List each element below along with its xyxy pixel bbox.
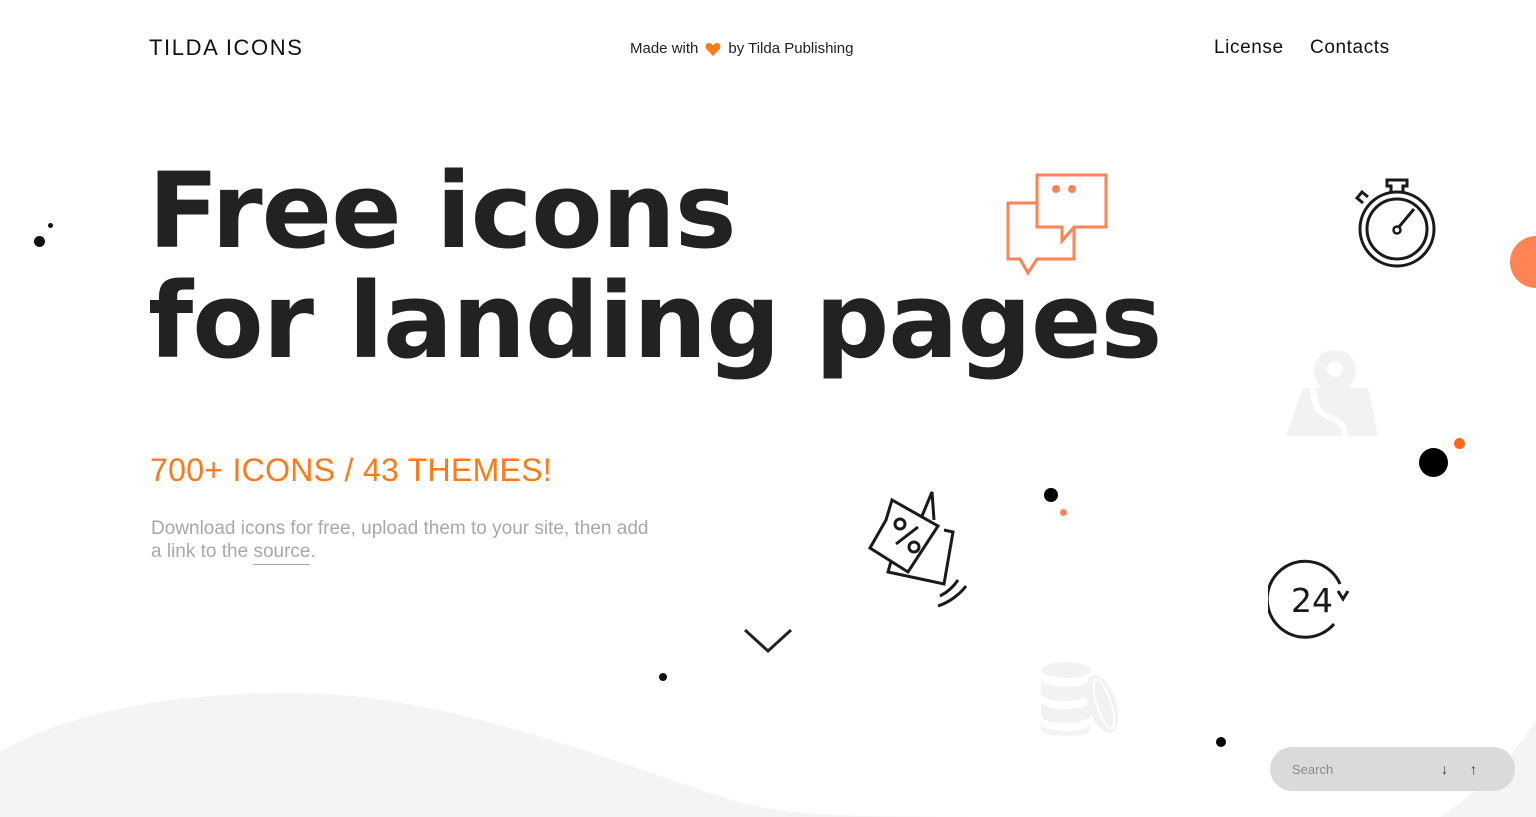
decor-dot <box>1044 488 1058 502</box>
decor-dot <box>1060 509 1067 516</box>
decor-dot <box>34 236 45 247</box>
stopwatch-icon <box>1354 178 1436 268</box>
decor-dot <box>1510 236 1536 288</box>
description-period: . <box>310 541 316 562</box>
decor-dot <box>48 223 53 228</box>
chat-bubbles-icon <box>1006 173 1108 276</box>
decor-dot <box>1454 438 1465 449</box>
search-previous-arrow-icon[interactable]: ↑ <box>1470 760 1477 778</box>
hero-title-line-2: for landing pages <box>148 260 1162 382</box>
coins-stack-icon <box>1041 662 1119 736</box>
description-text: Download icons for free, upload them to … <box>151 518 649 562</box>
tilda-publishing-link[interactable]: by Tilda Publishing <box>728 40 853 57</box>
site-header: TILDA ICONS Made with by Tilda Publishin… <box>0 0 1536 96</box>
search-input[interactable] <box>1292 761 1432 777</box>
icon-theme-count: 700+ ICONS / 43 THEMES! <box>150 452 553 488</box>
scroll-down-chevron-icon[interactable] <box>743 628 793 654</box>
search-bar: ↓ ↑ <box>1270 747 1515 791</box>
discount-tag-icon <box>867 491 968 608</box>
made-with-credit: Made with by Tilda Publishing <box>630 40 853 57</box>
heart-icon <box>705 42 721 56</box>
site-logo[interactable]: TILDA ICONS <box>149 35 304 61</box>
map-pin-icon <box>1286 350 1378 436</box>
24-hours-label: 24 <box>1291 581 1333 620</box>
decor-dot <box>659 673 667 681</box>
decor-dot <box>1419 448 1448 477</box>
nav-contacts[interactable]: Contacts <box>1310 37 1390 59</box>
nav-license[interactable]: License <box>1214 37 1284 59</box>
search-next-arrow-icon[interactable]: ↓ <box>1441 760 1448 778</box>
source-link[interactable]: source <box>253 541 311 565</box>
hero-description: Download icons for free, upload them to … <box>151 517 661 565</box>
decor-dot <box>1216 737 1226 747</box>
made-with-prefix: Made with <box>630 40 699 57</box>
24-hours-icon: 24 <box>1268 559 1350 639</box>
